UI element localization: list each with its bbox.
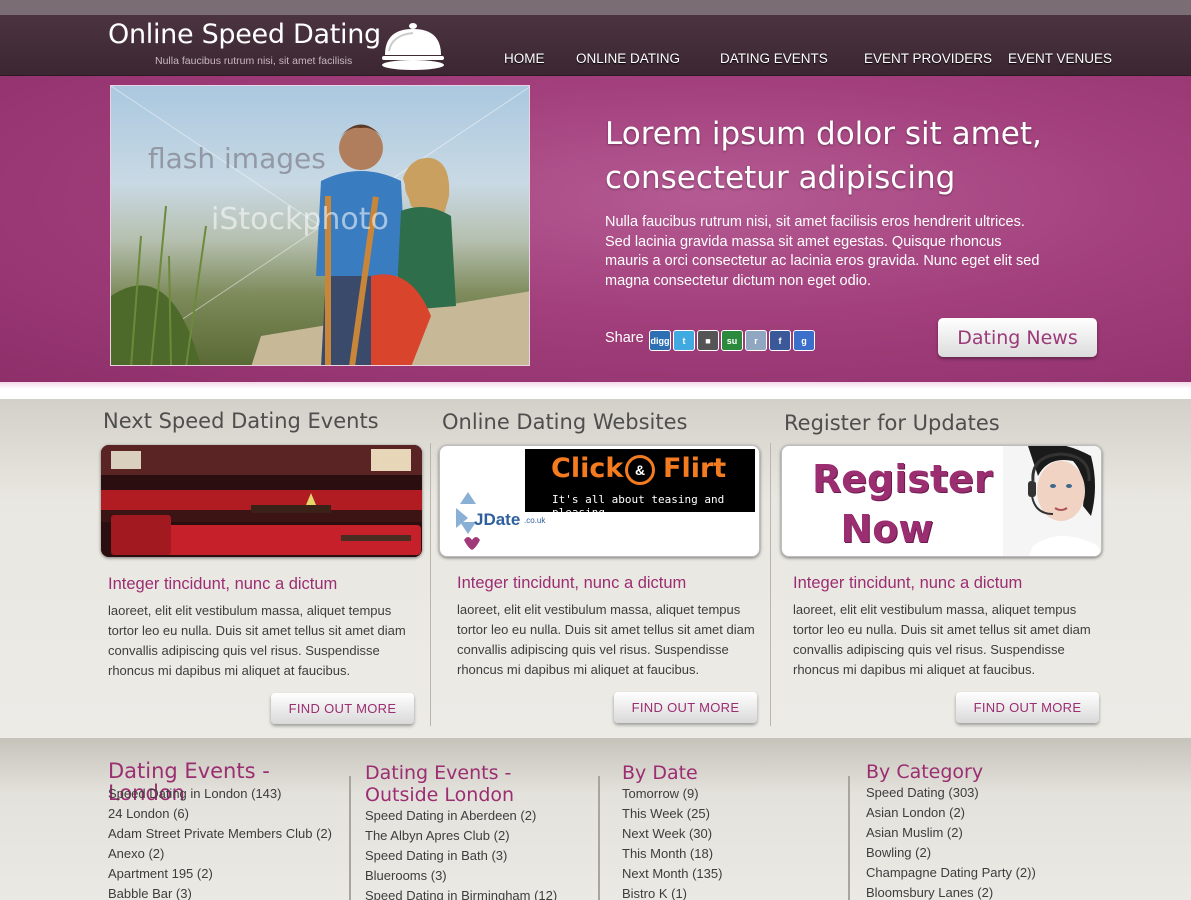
footer-divider-1 bbox=[349, 776, 351, 900]
footer-list-by-date: Tomorrow (9) This Week (25) Next Week (30)… bbox=[622, 784, 722, 900]
twitter-icon[interactable]: t bbox=[673, 330, 695, 351]
clickflirt-tagline: It's all about teasing and pleasing... bbox=[552, 493, 725, 519]
register-find-out-more-button[interactable]: FIND OUT MORE bbox=[956, 692, 1099, 723]
restaurant-image bbox=[101, 445, 422, 557]
jdate-suffix: .co.uk bbox=[524, 516, 546, 525]
column-title-websites: Online Dating Websites bbox=[442, 410, 688, 434]
dating-websites-panel: Click & Flirt It's all about teasing and… bbox=[439, 445, 760, 557]
hero-banner: flash images iStockphoto Lorem ipsum dol… bbox=[0, 76, 1191, 382]
register-line-1: Register bbox=[812, 457, 993, 501]
nav-event-venues[interactable]: EVENT VENUES bbox=[1008, 51, 1112, 66]
hero-photo: flash images iStockphoto bbox=[110, 85, 530, 366]
hero-text: Nulla faucibus rutrum nisi, sit amet fac… bbox=[605, 214, 1040, 289]
hero-bottom-band bbox=[0, 382, 1191, 399]
cloche-logo-icon bbox=[382, 23, 444, 70]
column-title-events: Next Speed Dating Events bbox=[103, 409, 379, 433]
clickflirt-ampersand-icon: & bbox=[625, 455, 655, 485]
footer-link[interactable]: Speed Dating in Bath (3) bbox=[365, 846, 557, 866]
footer-title-by-category[interactable]: By Category bbox=[866, 761, 983, 783]
footer-divider-2 bbox=[598, 776, 600, 900]
register-body-text: laoreet, elit elit vestibulum massa, ali… bbox=[793, 602, 1091, 677]
footer-link[interactable]: Babble Bar (3) bbox=[108, 884, 332, 900]
site-header: Online Speed Dating Nulla faucibus rutru… bbox=[0, 15, 1191, 76]
footer-list-by-category: Speed Dating (303) Asian London (2) Asian … bbox=[866, 783, 1036, 900]
delicious-icon[interactable]: ■ bbox=[697, 330, 719, 351]
hero-title-line-1: Lorem ipsum dolor sit amet, bbox=[605, 116, 1042, 152]
site-tagline: Nulla faucibus rutrum nisi, sit amet fac… bbox=[155, 55, 353, 67]
facebook-icon[interactable]: f bbox=[769, 330, 791, 351]
column-divider-2 bbox=[770, 443, 771, 726]
footer-link[interactable]: 24 London (6) bbox=[108, 804, 332, 824]
footer-link[interactable]: Apartment 195 (2) bbox=[108, 864, 332, 884]
stumbleupon-icon[interactable]: su bbox=[721, 330, 743, 351]
footer-link[interactable]: Speed Dating in London (143) bbox=[108, 784, 332, 804]
register-subtitle: Integer tincidunt, nunc a dictum bbox=[793, 574, 1023, 592]
websites-body-text: laoreet, elit elit vestibulum massa, ali… bbox=[457, 602, 755, 677]
support-agent-image bbox=[1003, 446, 1101, 556]
footer-list-london: Speed Dating in London (143) 24 London (6… bbox=[108, 784, 332, 900]
footer-link[interactable]: Anexo (2) bbox=[108, 844, 332, 864]
hero-title: Lorem ipsum dolor sit amet, consectetur … bbox=[605, 112, 1125, 200]
footer-link[interactable]: Bluerooms (3) bbox=[365, 866, 557, 886]
events-body-text: laoreet, elit elit vestibulum massa, ali… bbox=[108, 603, 406, 678]
websites-subtitle: Integer tincidunt, nunc a dictum bbox=[457, 574, 687, 592]
footer-link[interactable]: Next Week (30) bbox=[622, 824, 722, 844]
reddit-icon[interactable]: r bbox=[745, 330, 767, 351]
share-label: Share bbox=[605, 330, 644, 346]
google-icon[interactable]: g bbox=[793, 330, 815, 351]
dating-news-button[interactable]: Dating News bbox=[938, 318, 1097, 357]
footer-link[interactable]: This Month (18) bbox=[622, 844, 722, 864]
footer-link[interactable]: Tomorrow (9) bbox=[622, 784, 722, 804]
footer-list-outside-london: Speed Dating in Aberdeen (2) The Albyn Ap… bbox=[365, 806, 557, 900]
nav-home[interactable]: HOME bbox=[504, 51, 545, 66]
footer-link[interactable]: Speed Dating (303) bbox=[866, 783, 1036, 803]
register-line-2: Now bbox=[840, 507, 934, 551]
events-subtitle: Integer tincidunt, nunc a dictum bbox=[108, 575, 338, 593]
footer-link[interactable]: Speed Dating in Birmingham (12) bbox=[365, 886, 557, 900]
footer-link[interactable]: This Week (25) bbox=[622, 804, 722, 824]
register-panel[interactable]: Register Now bbox=[781, 445, 1102, 557]
footer-link[interactable]: Champagne Dating Party (2)) bbox=[866, 863, 1036, 883]
footer-link[interactable]: Speed Dating in Aberdeen (2) bbox=[365, 806, 557, 826]
column-title-register: Register for Updates bbox=[784, 411, 1000, 435]
footer-divider-3 bbox=[848, 776, 850, 900]
nav-dating-events[interactable]: DATING EVENTS bbox=[720, 51, 828, 66]
footer-link[interactable]: Next Month (135) bbox=[622, 864, 722, 884]
footer-link[interactable]: Bowling (2) bbox=[866, 843, 1036, 863]
nav-online-dating[interactable]: ONLINE DATING bbox=[576, 51, 680, 66]
photo-watermark: iStockphoto bbox=[211, 202, 389, 237]
footer-title-by-date[interactable]: By Date bbox=[622, 762, 698, 784]
footer-link[interactable]: The Albyn Apres Club (2) bbox=[365, 826, 557, 846]
jdate-logo-text: JDate bbox=[474, 510, 521, 529]
nav-event-providers[interactable]: EVENT PROVIDERS bbox=[864, 51, 992, 66]
column-divider-1 bbox=[430, 443, 431, 726]
events-image-panel[interactable] bbox=[101, 445, 422, 557]
register-now-text: Register Now bbox=[812, 454, 993, 554]
footer-link[interactable]: Bistro K (1) bbox=[622, 884, 722, 900]
clickflirt-ad[interactable]: Click & Flirt It's all about teasing and… bbox=[525, 449, 755, 519]
site-logo-title[interactable]: Online Speed Dating bbox=[108, 19, 381, 50]
top-strip bbox=[0, 0, 1191, 15]
clickflirt-click-text: Click bbox=[551, 453, 624, 484]
clickflirt-flirt-text: Flirt bbox=[663, 453, 727, 484]
footer-link[interactable]: Adam Street Private Members Club (2) bbox=[108, 824, 332, 844]
digg-icon[interactable]: digg bbox=[649, 330, 671, 351]
jdate-ad[interactable]: JDate .co.uk bbox=[454, 490, 554, 550]
footer-title-outside-london[interactable]: Dating Events - Outside London bbox=[365, 762, 585, 806]
events-find-out-more-button[interactable]: FIND OUT MORE bbox=[271, 693, 414, 724]
hero-title-line-2: consectetur adipiscing bbox=[605, 160, 956, 196]
share-icons: digg t ■ su r f g bbox=[649, 330, 815, 351]
photo-placeholder-label: flash images bbox=[148, 142, 326, 175]
websites-find-out-more-button[interactable]: FIND OUT MORE bbox=[614, 692, 757, 723]
footer-link[interactable]: Asian London (2) bbox=[866, 803, 1036, 823]
footer-link[interactable]: Bloomsbury Lanes (2) bbox=[866, 883, 1036, 900]
footer-link[interactable]: Asian Muslim (2) bbox=[866, 823, 1036, 843]
